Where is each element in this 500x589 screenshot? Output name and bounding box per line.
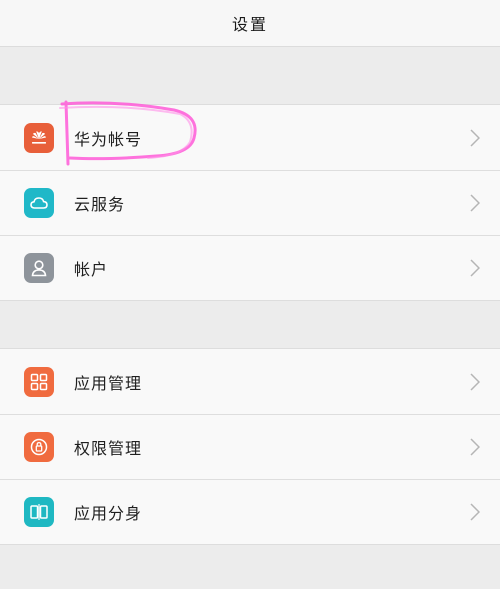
settings-item-label: 华为帐号 [74,129,143,149]
chevron-right-icon [470,128,480,147]
chevron-right-icon [470,437,480,456]
chevron-right-icon [470,258,480,277]
chevron-right-icon [470,193,480,212]
settings-item-app-twin[interactable]: 应用分身 [0,479,500,544]
top-bar: 设置 [0,0,500,47]
app-twin-icon [24,496,54,527]
chevron-right-icon [470,502,480,521]
page-title: 设置 [231,15,268,34]
settings-screen: 设置 华为帐号 云服务 帐户 应用管理 权限管理 应用分身 [0,0,500,589]
settings-item-permission-management[interactable]: 权限管理 [0,414,500,479]
settings-item-label: 应用分身 [74,503,143,523]
cloud-icon [24,187,54,218]
settings-item-huawei-account[interactable]: 华为帐号 [0,105,500,170]
settings-item-account[interactable]: 帐户 [0,235,500,300]
chevron-right-icon [470,372,480,391]
settings-item-label: 应用管理 [74,373,143,393]
settings-item-label: 权限管理 [74,438,143,458]
person-icon [24,252,54,283]
settings-item-label: 帐户 [74,259,109,279]
settings-item-cloud-service[interactable]: 云服务 [0,170,500,235]
settings-item-label: 云服务 [74,194,126,214]
settings-group-apps: 应用管理 权限管理 应用分身 [0,348,500,545]
settings-item-app-management[interactable]: 应用管理 [0,349,500,414]
huawei-logo-icon [24,122,54,153]
settings-group-accounts: 华为帐号 云服务 帐户 [0,104,500,301]
apps-grid-icon [24,366,54,397]
lock-icon [24,431,54,462]
